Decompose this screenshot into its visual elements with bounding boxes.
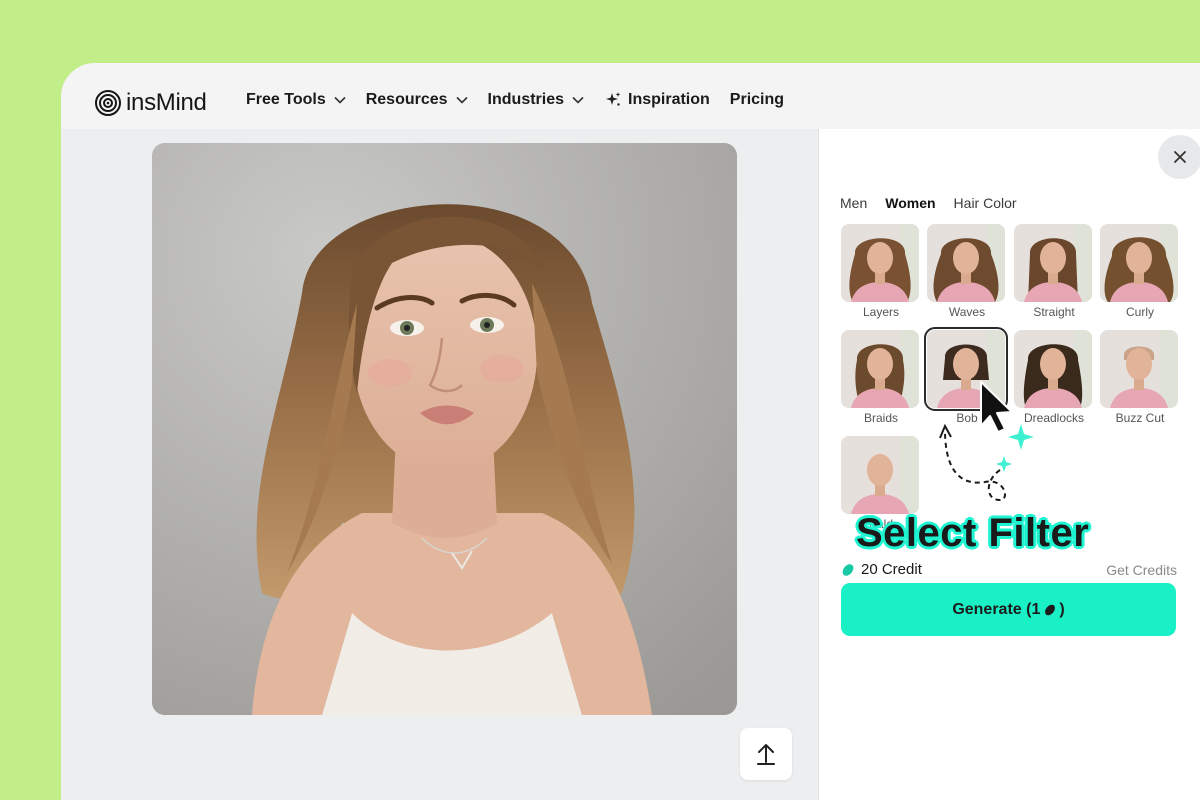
nav-menu: Free Tools Resources Industries Inspirat…	[246, 91, 804, 109]
portrait-illustration	[152, 143, 737, 715]
style-option-straight[interactable]: Straight	[1014, 224, 1094, 319]
style-thumbnail-portrait	[927, 224, 1005, 302]
style-label: Dreadlocks	[1023, 411, 1085, 425]
style-thumbnail	[924, 327, 1008, 411]
top-navbar: insMind Free Tools Resources Industries	[61, 63, 1200, 129]
upload-button[interactable]	[740, 728, 792, 780]
style-thumbnail	[1014, 330, 1092, 408]
nav-item-label: Resources	[365, 91, 448, 108]
chevron-down-icon	[455, 96, 468, 104]
thumbnail-face	[867, 348, 893, 380]
style-label: Braids	[863, 411, 898, 425]
style-option-bob[interactable]: Bob	[924, 327, 1008, 425]
thumbnail-face	[1126, 348, 1152, 380]
nav-item-resources[interactable]: Resources	[366, 91, 468, 109]
thumbnail-face	[1040, 348, 1066, 380]
thumbnail-face	[867, 242, 893, 274]
style-thumbnail-portrait	[1014, 224, 1092, 302]
category-tabs: Men Women Hair Color	[840, 195, 1035, 211]
style-label: Buzz Cut	[1115, 411, 1165, 425]
tab-women[interactable]: Women	[885, 195, 935, 211]
style-option-braids[interactable]: Braids	[841, 330, 921, 425]
style-option-waves[interactable]: Waves	[927, 224, 1007, 319]
credits-row: 20 Credit Get Credits	[841, 561, 1177, 578]
upload-arrow-icon	[757, 744, 775, 765]
style-label: Waves	[948, 305, 986, 319]
nav-item-free-tools[interactable]: Free Tools	[246, 91, 346, 109]
style-option-layers[interactable]: Layers	[841, 224, 921, 319]
nav-item-inspiration[interactable]: Inspiration	[604, 91, 710, 109]
brand-name: insMind	[126, 89, 207, 116]
portrait-photo	[152, 143, 737, 715]
credit-bean-icon	[842, 563, 854, 576]
sparkle-icon	[606, 92, 621, 106]
style-label: Bob	[956, 411, 978, 425]
thumbnail-backdrop-plant	[1160, 330, 1178, 408]
style-thumbnail	[1014, 224, 1092, 302]
style-thumbnail	[927, 224, 1005, 302]
chevron-down-icon	[334, 96, 346, 104]
generate-button[interactable]: Generate (1 )	[841, 583, 1176, 636]
logo-spiral-icon	[95, 90, 121, 116]
thumbnail-face	[1126, 242, 1152, 274]
style-thumbnail-portrait	[841, 224, 919, 302]
style-thumbnail	[1100, 330, 1178, 408]
thumbnail-face	[867, 454, 893, 486]
nav-item-label: Industries	[487, 91, 565, 108]
thumbnail-face	[1040, 242, 1066, 274]
tab-men[interactable]: Men	[840, 195, 867, 211]
style-label: Layers	[862, 305, 900, 319]
nav-item-label: Free Tools	[246, 91, 326, 108]
generate-label-suffix: )	[1059, 600, 1065, 618]
style-thumbnail-portrait	[841, 436, 919, 514]
app-window: insMind Free Tools Resources Industries	[61, 63, 1200, 800]
credit-count-text: 20 Credit	[861, 561, 922, 578]
style-option-buzz-cut[interactable]: Buzz Cut	[1100, 330, 1180, 425]
thumbnail-backdrop-plant	[901, 436, 919, 514]
select-filter-caption: Select Filter	[856, 511, 1090, 555]
nav-item-pricing[interactable]: Pricing	[730, 91, 784, 109]
style-thumbnail-portrait	[841, 330, 919, 408]
style-thumbnail-portrait	[927, 330, 1005, 408]
nav-item-industries[interactable]: Industries	[488, 91, 584, 109]
style-option-curly[interactable]: Curly	[1100, 224, 1180, 319]
credit-bean-icon	[1045, 604, 1056, 615]
style-thumbnail	[841, 330, 919, 408]
close-icon	[1174, 151, 1186, 163]
style-thumbnail	[841, 436, 919, 514]
style-label: Curly	[1125, 305, 1154, 319]
thumbnail-face	[953, 242, 979, 274]
nav-item-label: Inspiration	[628, 91, 710, 108]
style-thumbnail-portrait	[1100, 330, 1178, 408]
style-option-dreadlocks[interactable]: Dreadlocks	[1014, 330, 1094, 425]
style-thumbnail	[841, 224, 919, 302]
tab-hair-color[interactable]: Hair Color	[954, 195, 1017, 211]
chevron-down-icon	[572, 96, 584, 104]
nav-item-label: Pricing	[729, 91, 785, 108]
get-credits-link[interactable]: Get Credits	[1106, 562, 1177, 578]
style-thumbnail-portrait	[1100, 224, 1178, 302]
generate-label: Generate (1	[952, 600, 1041, 618]
style-thumbnail-portrait	[1014, 330, 1092, 408]
thumbnail-face	[953, 348, 979, 380]
credit-balance: 20 Credit	[841, 561, 922, 578]
style-thumbnail	[1100, 224, 1178, 302]
thumbnail-backdrop-plant	[987, 330, 1005, 408]
hairstyle-panel: Men Women Hair Color Layers Waves Straig…	[818, 129, 1200, 800]
close-button[interactable]	[1158, 135, 1200, 179]
brand-logo[interactable]: insMind	[95, 89, 207, 117]
editor-canvas	[61, 129, 818, 800]
style-label: Straight	[1033, 305, 1075, 319]
